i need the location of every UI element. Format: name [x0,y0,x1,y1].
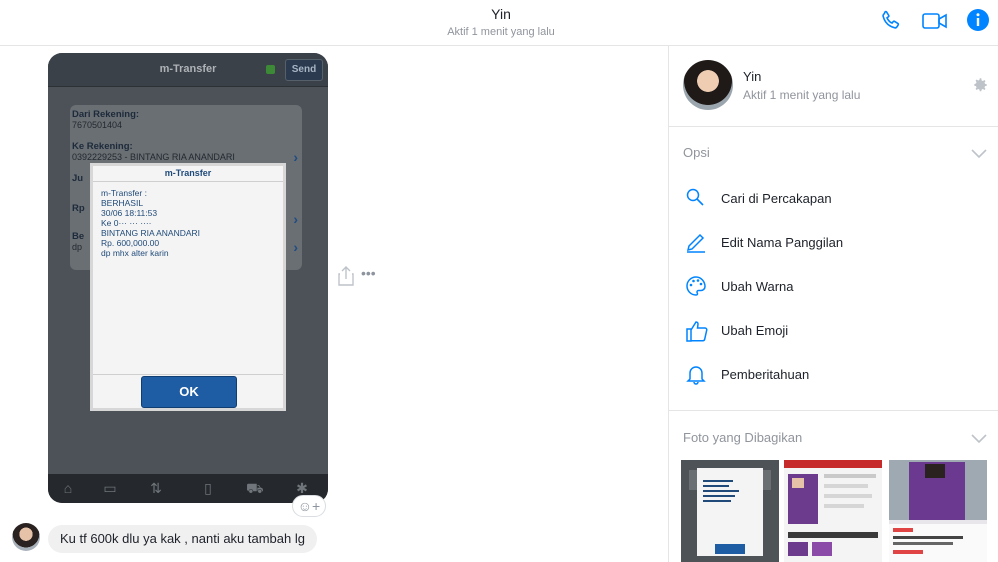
option-label: Cari di Percakapan [721,191,832,206]
options-section-title[interactable]: Opsi [683,145,710,160]
divider [93,374,283,375]
option-label: Edit Nama Panggilan [721,235,844,250]
add-reaction-icon[interactable]: ☺+ [292,495,326,517]
option-change-color[interactable]: Ubah Warna [683,271,983,301]
send-button: Send [285,59,323,81]
shared-photo-thumbnail[interactable] [889,460,987,562]
phone-icon[interactable] [878,8,904,34]
panel-contact-status: Aktif 1 menit yang lalu [743,88,861,102]
app-topbar: m-Transfer Send [48,53,328,87]
pencil-icon [686,233,705,253]
shared-photo-thumbnail[interactable] [784,460,882,562]
panel-contact-name[interactable]: Yin [743,69,761,84]
card-icon: ▭ [103,480,117,496]
phone-app-icon: ▯ [204,480,212,496]
shared-photo-message[interactable]: m-Transfer Send Dari Rekening: 7670501404… [48,53,328,503]
option-edit-nickname[interactable]: Edit Nama Panggilan [683,227,983,257]
form-field: Dari Rekening: 7670501404 [72,109,140,130]
cart-icon: ⛟ [246,480,264,496]
contact-name[interactable]: Yin [0,6,998,22]
more-options-icon[interactable]: ••• [361,265,376,281]
contact-avatar[interactable] [683,60,733,110]
conversation-info-panel: Yin Aktif 1 menit yang lalu Opsi Cari di… [668,46,998,562]
contact-status: Aktif 1 menit yang lalu [447,26,555,38]
search-icon [686,188,704,206]
chevron-down-icon[interactable] [971,146,987,159]
ok-button: OK [141,376,237,408]
divider [669,410,998,411]
dialog-title: m-Transfer [93,166,283,182]
message-bubble[interactable]: Ku tf 600k dlu ya kak , nanti aku tambah… [48,525,317,553]
option-label: Pemberitahuan [721,367,810,382]
settings-app-icon: ✱ [296,480,308,496]
app-bottom-toolbar: ⌂ ▭ ⇅ ▯ ⛟ ✱ [48,474,328,503]
messenger-window: Yin Aktif 1 menit yang lalu m-Transfer S… [0,0,998,562]
option-search-conversation[interactable]: Cari di Percakapan [683,183,983,213]
option-label: Ubah Warna [721,279,794,294]
home-icon: ⌂ [63,480,73,496]
avatar [12,523,40,551]
chevron-down-icon[interactable] [971,431,987,444]
message-list: m-Transfer Send Dari Rekening: 7670501404… [0,47,668,562]
thumbs-up-icon [686,321,708,342]
transfer-icon: ⇅ [150,480,162,496]
bell-icon [686,366,706,385]
video-call-icon[interactable] [922,8,948,34]
option-change-emoji[interactable]: Ubah Emoji [683,315,983,345]
shared-photos-title[interactable]: Foto yang Dibagikan [683,430,802,445]
dialog-body: m-Transfer : BERHASIL 30/06 18:11:53 Ke … [101,188,201,258]
status-indicator [266,65,275,74]
transfer-result-dialog: m-Transfer m-Transfer : BERHASIL 30/06 1… [90,163,286,411]
conversation-header: Yin Aktif 1 menit yang lalu [0,0,998,46]
info-icon[interactable] [966,8,992,34]
gear-icon[interactable] [971,76,989,94]
form-field: Ke Rekening: 0392229253 - BINTANG RIA ANA… [72,141,298,165]
shared-photo-thumbnail[interactable] [681,460,779,562]
palette-icon [686,276,706,296]
option-notifications[interactable]: Pemberitahuan [683,359,983,389]
share-icon[interactable] [337,265,355,287]
divider [669,126,998,127]
option-label: Ubah Emoji [721,323,789,338]
